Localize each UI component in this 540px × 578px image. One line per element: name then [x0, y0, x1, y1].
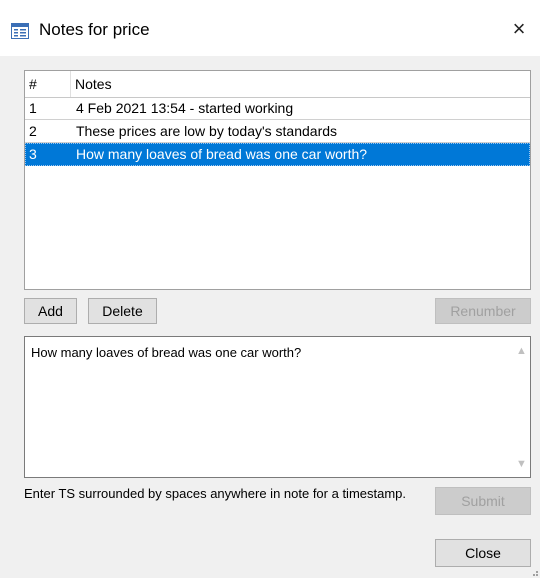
row-note: How many loaves of bread was one car wor…: [76, 146, 368, 162]
add-button[interactable]: Add: [24, 298, 77, 324]
title-bar: Notes for price ×: [0, 0, 540, 60]
list-row-selected[interactable]: 3 How many loaves of bread was one car w…: [25, 143, 530, 166]
form-window-icon: [11, 23, 29, 39]
editor-scrollbar[interactable]: ▲ ▼: [513, 337, 530, 477]
close-button[interactable]: Close: [435, 539, 531, 567]
scroll-up-icon[interactable]: ▲: [513, 343, 530, 360]
note-editor-text: How many loaves of bread was one car wor…: [31, 345, 302, 360]
window-title: Notes for price: [39, 20, 150, 39]
row-number: 2: [29, 123, 37, 139]
row-note: These prices are low by today's standard…: [76, 123, 338, 139]
list-row[interactable]: 1 4 Feb 2021 13:54 - started working: [25, 97, 530, 120]
delete-button[interactable]: Delete: [88, 298, 157, 324]
note-editor[interactable]: How many loaves of bread was one car wor…: [24, 336, 531, 478]
column-header-notes[interactable]: Notes: [71, 71, 530, 97]
list-row[interactable]: 2 These prices are low by today's standa…: [25, 120, 530, 143]
renumber-button[interactable]: Renumber: [435, 298, 531, 324]
column-header-number[interactable]: #: [25, 71, 71, 97]
scroll-down-icon[interactable]: ▼: [513, 456, 530, 473]
close-icon[interactable]: ×: [508, 18, 530, 40]
list-header: # Notes: [25, 71, 530, 98]
notes-list[interactable]: # Notes 1 4 Feb 2021 13:54 - started wor…: [24, 70, 531, 290]
row-number: 1: [29, 100, 37, 116]
row-note: 4 Feb 2021 13:54 - started working: [76, 100, 294, 116]
row-number: 3: [29, 146, 37, 162]
submit-button[interactable]: Submit: [435, 487, 531, 515]
timestamp-hint: Enter TS surrounded by spaces anywhere i…: [24, 486, 407, 501]
resize-grip-icon[interactable]: [530, 568, 538, 576]
